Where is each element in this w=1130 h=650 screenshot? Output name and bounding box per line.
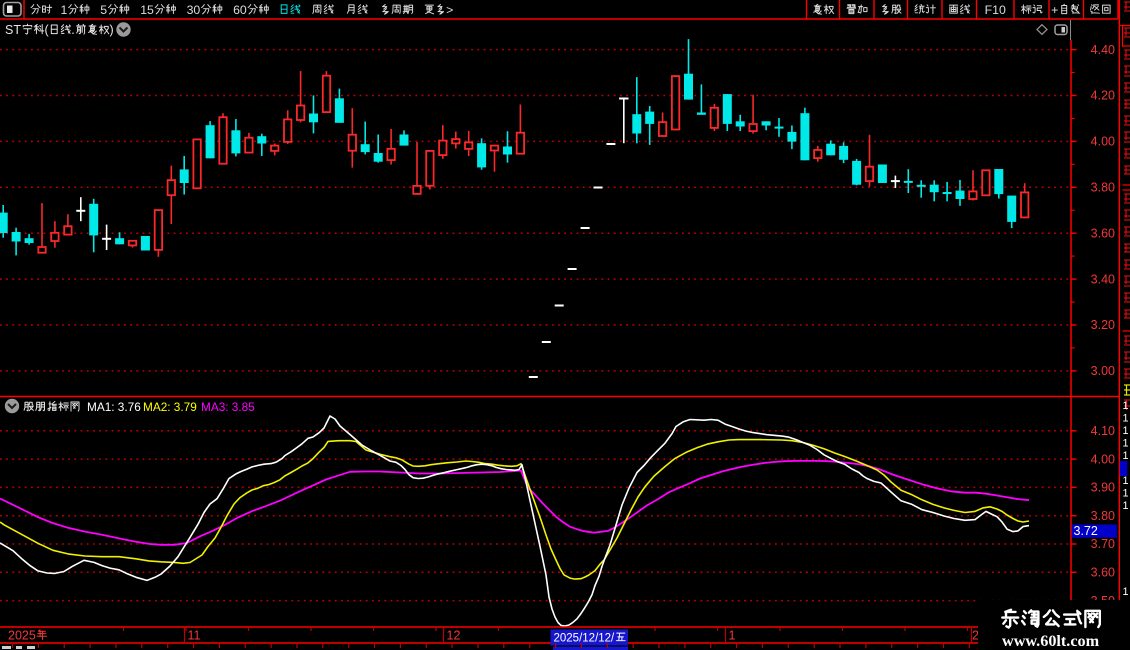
svg-text:1: 1 bbox=[1123, 400, 1129, 412]
svg-text:3.60: 3.60 bbox=[1091, 566, 1115, 580]
svg-text:MA2: 3.79: MA2: 3.79 bbox=[143, 400, 197, 414]
svg-text:4.40: 4.40 bbox=[1091, 43, 1115, 57]
svg-text:3.60: 3.60 bbox=[1091, 226, 1115, 240]
svg-text:1: 1 bbox=[1123, 586, 1129, 598]
svg-text:MA1: 3.76: MA1: 3.76 bbox=[87, 400, 141, 414]
svg-text:3.00: 3.00 bbox=[1091, 364, 1115, 378]
svg-text:3.80: 3.80 bbox=[1091, 509, 1115, 523]
svg-text:3.70: 3.70 bbox=[1091, 537, 1115, 551]
svg-text:3.20: 3.20 bbox=[1091, 318, 1115, 332]
svg-text:4.20: 4.20 bbox=[1091, 89, 1115, 103]
svg-text:1: 1 bbox=[1123, 500, 1129, 512]
svg-text:MA3: 3.85: MA3: 3.85 bbox=[201, 400, 255, 414]
svg-text:2: 2 bbox=[972, 629, 979, 643]
svg-text:4.00: 4.00 bbox=[1091, 452, 1115, 466]
svg-text:1: 1 bbox=[1123, 425, 1129, 437]
svg-text:1: 1 bbox=[61, 3, 68, 17]
svg-text:1: 1 bbox=[1123, 450, 1129, 462]
svg-text:2025/12/12/: 2025/12/12/ bbox=[554, 633, 616, 645]
svg-text:1: 1 bbox=[1123, 413, 1129, 425]
svg-text:3.40: 3.40 bbox=[1091, 272, 1115, 286]
svg-text:1: 1 bbox=[729, 629, 736, 643]
svg-text:4.10: 4.10 bbox=[1091, 424, 1115, 438]
svg-text:+: + bbox=[1051, 3, 1058, 17]
svg-text:15: 15 bbox=[140, 3, 154, 17]
svg-text:1: 1 bbox=[1123, 488, 1129, 500]
svg-text:3.72: 3.72 bbox=[1074, 524, 1098, 538]
svg-text:): ) bbox=[110, 23, 114, 37]
svg-text:.: . bbox=[71, 23, 74, 37]
svg-text:30: 30 bbox=[187, 3, 201, 17]
svg-text:60: 60 bbox=[233, 3, 247, 17]
svg-text:3.90: 3.90 bbox=[1091, 481, 1115, 495]
svg-text:4.00: 4.00 bbox=[1091, 135, 1115, 149]
svg-text:1: 1 bbox=[1123, 475, 1129, 487]
svg-text:F10: F10 bbox=[985, 3, 1006, 17]
svg-text:www.60lt.com: www.60lt.com bbox=[1002, 632, 1100, 650]
svg-text:3.80: 3.80 bbox=[1091, 181, 1115, 195]
svg-text:ST: ST bbox=[5, 23, 21, 37]
svg-text:5: 5 bbox=[100, 3, 107, 17]
svg-text:2025: 2025 bbox=[8, 629, 36, 643]
svg-text:>: > bbox=[446, 3, 453, 17]
svg-text:12: 12 bbox=[447, 629, 461, 643]
svg-text:11: 11 bbox=[188, 629, 201, 643]
svg-text:1: 1 bbox=[1123, 438, 1129, 450]
